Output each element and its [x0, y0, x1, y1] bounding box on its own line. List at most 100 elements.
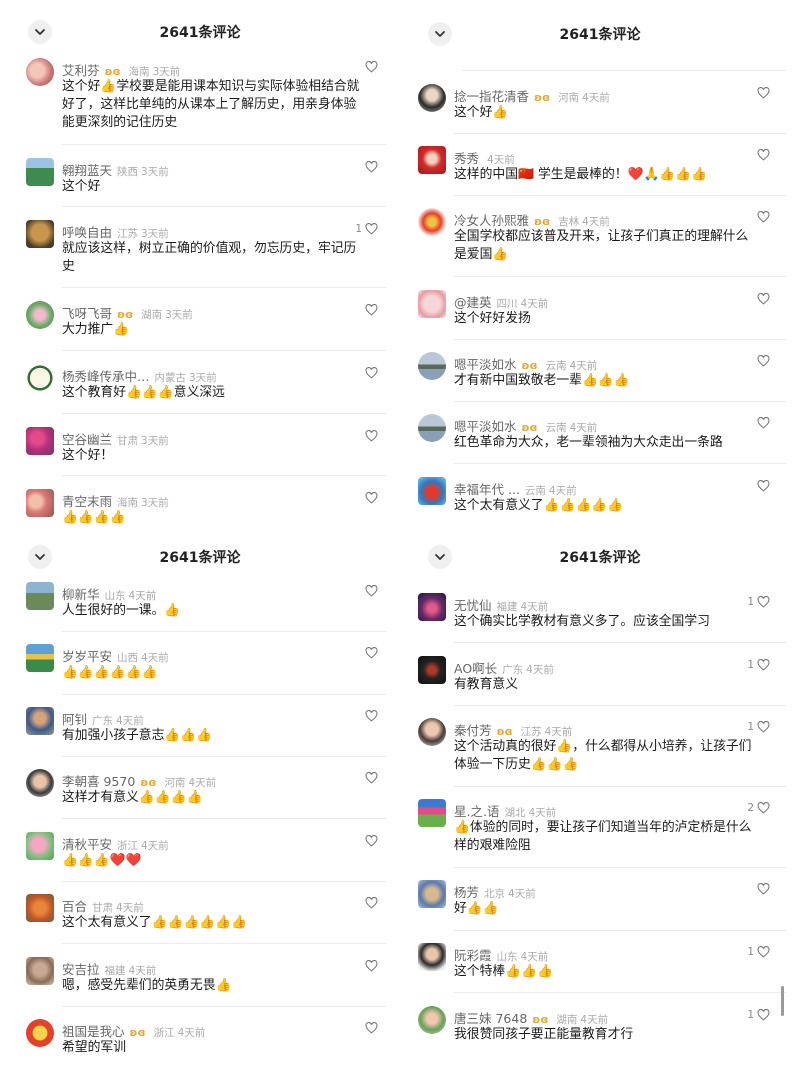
username[interactable]: 冷女人孙熙雅 — [454, 213, 529, 228]
username[interactable]: 岁岁平安 — [62, 649, 112, 664]
avatar[interactable] — [418, 84, 446, 112]
like-button[interactable]: 1 — [747, 1009, 770, 1021]
like-button[interactable] — [754, 149, 770, 161]
timestamp: 4天前 — [548, 485, 577, 497]
avatar[interactable] — [26, 220, 54, 248]
like-button[interactable]: 1 — [355, 223, 378, 235]
avatar[interactable] — [418, 880, 446, 908]
location: 浙江 — [117, 840, 139, 852]
avatar[interactable] — [418, 656, 446, 684]
like-button[interactable] — [362, 492, 378, 504]
username[interactable]: 柳新华 — [62, 587, 100, 602]
username[interactable]: 秦付芳 — [454, 723, 492, 738]
like-button[interactable] — [362, 585, 378, 597]
username[interactable]: 唐三妹 7648 — [454, 1011, 527, 1026]
scrollbar-thumb[interactable] — [781, 986, 784, 1016]
like-button[interactable] — [362, 367, 378, 379]
avatar[interactable] — [418, 1006, 446, 1034]
avatar[interactable] — [418, 477, 446, 505]
like-button[interactable] — [362, 1022, 378, 1034]
username[interactable]: 李朝喜 9570 — [62, 774, 135, 789]
username[interactable]: 杨芳 — [454, 885, 479, 900]
avatar[interactable] — [26, 364, 54, 392]
username[interactable]: 艾利芬 — [62, 63, 100, 78]
like-button[interactable] — [754, 480, 770, 492]
username[interactable]: 阿钊 — [62, 712, 87, 727]
like-button[interactable] — [754, 87, 770, 99]
avatar[interactable] — [418, 718, 446, 746]
username[interactable]: 青空末雨 — [62, 494, 112, 509]
username[interactable]: @建英 — [454, 295, 492, 310]
like-button[interactable]: 1 — [747, 659, 770, 671]
username[interactable]: AO啊长 — [454, 661, 497, 676]
avatar[interactable] — [418, 290, 446, 318]
avatar[interactable] — [26, 894, 54, 922]
username[interactable]: 嗯平淡如水 — [454, 357, 517, 372]
like-button[interactable] — [754, 211, 770, 223]
avatar[interactable] — [26, 582, 54, 610]
heart-icon — [365, 647, 378, 659]
like-button[interactable]: 1 — [747, 946, 770, 958]
like-button[interactable] — [362, 772, 378, 784]
username[interactable]: 杨秀峰传承中… — [62, 369, 150, 384]
username[interactable]: 百合 — [62, 899, 87, 914]
like-button[interactable] — [362, 710, 378, 722]
like-button[interactable]: 2 — [747, 802, 770, 814]
username[interactable]: 幸福年代 ... — [454, 482, 520, 497]
comments-header: 2641条评论 — [0, 539, 400, 573]
username[interactable]: 祖国是我心 — [62, 1024, 125, 1039]
like-button[interactable] — [362, 61, 378, 73]
like-button[interactable]: 1 — [747, 596, 770, 608]
username[interactable]: 无忧仙 — [454, 598, 492, 613]
avatar[interactable] — [418, 352, 446, 380]
like-button[interactable]: 1 — [747, 721, 770, 733]
avatar[interactable] — [26, 301, 54, 329]
comment-text: 有加强小孩子意志👍👍👍 — [62, 728, 213, 743]
avatar[interactable] — [418, 593, 446, 621]
avatar[interactable] — [418, 799, 446, 827]
avatar[interactable] — [418, 146, 446, 174]
username[interactable]: 翱翔蓝天 — [62, 163, 112, 178]
divider — [454, 992, 786, 993]
username[interactable]: 安吉拉 — [62, 962, 100, 977]
like-button[interactable] — [754, 293, 770, 305]
avatar[interactable] — [418, 414, 446, 442]
like-button[interactable] — [754, 883, 770, 895]
like-button[interactable] — [362, 647, 378, 659]
username[interactable]: 秀秀 — [454, 151, 479, 166]
like-button[interactable] — [754, 355, 770, 367]
username[interactable]: 清秋平安 — [62, 837, 112, 852]
like-button[interactable] — [754, 417, 770, 429]
avatar[interactable] — [26, 707, 54, 735]
avatar[interactable] — [26, 1019, 54, 1047]
avatar[interactable] — [26, 832, 54, 860]
like-count: 1 — [355, 223, 362, 235]
like-button[interactable] — [362, 161, 378, 173]
avatar[interactable] — [26, 427, 54, 455]
timestamp: 3天前 — [165, 309, 193, 321]
avatar[interactable] — [418, 943, 446, 971]
avatar[interactable] — [26, 158, 54, 186]
like-button[interactable] — [362, 304, 378, 316]
username[interactable]: 呼唤自由 — [62, 225, 112, 240]
like-button[interactable] — [362, 835, 378, 847]
avatar[interactable] — [26, 58, 54, 86]
heart-icon — [757, 211, 770, 223]
location: 浙江 — [153, 1027, 175, 1039]
avatar[interactable] — [26, 489, 54, 517]
username[interactable]: 捻一指花清香 — [454, 89, 529, 104]
like-button[interactable] — [362, 430, 378, 442]
avatar[interactable] — [418, 208, 446, 236]
comment-text: 我很赞同孩子要正能量教育才行 — [454, 1027, 634, 1042]
username[interactable]: 飞呀飞哥 — [62, 306, 112, 321]
like-button[interactable] — [362, 897, 378, 909]
username[interactable]: 阮彩霞 — [454, 948, 492, 963]
avatar[interactable] — [26, 644, 54, 672]
like-button[interactable] — [362, 960, 378, 972]
username[interactable]: 嗯平淡如水 — [454, 419, 517, 434]
comments-header: 2641条评论 — [0, 14, 400, 48]
avatar[interactable] — [26, 769, 54, 797]
username[interactable]: 空谷幽兰 — [62, 432, 112, 447]
avatar[interactable] — [26, 957, 54, 985]
username[interactable]: 星.之.语 — [454, 804, 499, 819]
